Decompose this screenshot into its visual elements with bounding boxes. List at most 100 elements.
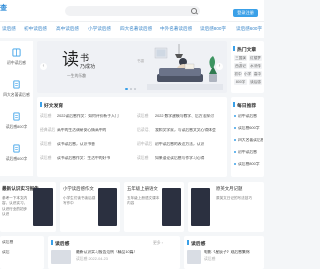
article-link[interactable]: 2022 数学建模与教学、后方法探讨 <box>155 114 225 119</box>
tag[interactable]: 初中 <box>234 71 242 77</box>
tag[interactable]: 读后感 <box>249 79 262 85</box>
search-input[interactable] <box>65 6 200 16</box>
document-icon <box>13 144 20 153</box>
banner-prev-button[interactable]: ‹ <box>40 63 47 70</box>
login-button[interactable]: 登录注册 <box>233 9 258 17</box>
title-bar <box>40 102 42 107</box>
bullet <box>234 127 236 129</box>
nav-item[interactable]: 小学读后感 <box>88 26 111 32</box>
row-category[interactable]: 读后感 <box>137 156 148 161</box>
article-link[interactable]: 读书读后感，认识书香 <box>57 142 133 147</box>
title-bar <box>233 46 235 51</box>
panel-title: 读后感 <box>55 242 70 247</box>
tag[interactable]: 小学 <box>243 71 252 77</box>
banner-big-char: 读 <box>62 50 79 70</box>
panel-title: 好文发育 <box>44 104 64 109</box>
recommend-panel: 好文发育 读后感 2022读后感作文：如何评价新手入门 读后感 2022 数学建… <box>37 97 227 177</box>
featured-card[interactable]: 最新认识实习报告 参考一下本文内容，认识实习，认识行业的初步认识 <box>0 182 56 232</box>
nav-item[interactable]: 读后感 <box>2 26 16 32</box>
banner-next-button[interactable]: › <box>216 63 223 70</box>
panel-title: 每日推荐 <box>237 104 257 109</box>
sidebar-item-label: 四大名著读后感 <box>3 93 30 97</box>
site-logo[interactable]: 查 <box>0 3 7 13</box>
panel-title: 热门文章 <box>237 48 257 53</box>
daily-link[interactable]: 初中读后感 <box>238 150 263 155</box>
list-thumbnail <box>187 250 201 264</box>
sidebar-item[interactable]: 读后感600字 <box>0 140 33 170</box>
side-link[interactable]: 读后感 <box>2 240 13 245</box>
bottom-side-strip: 读后感 读后 <box>0 236 44 269</box>
card-thumbnail <box>98 188 117 226</box>
tag[interactable]: 西游记 <box>234 63 247 69</box>
nav-item[interactable]: 读后感600字 <box>236 26 262 32</box>
article-link[interactable]: 读书读后感作文：生活中的好书 <box>57 156 133 161</box>
main-nav: 读后感 初中读后感 高中读后感 小学读后感 四大名著读后感 中外名著读后感 读后… <box>0 21 264 38</box>
tag[interactable]: 800字 <box>234 79 247 85</box>
daily-link[interactable]: 初中读后感 <box>238 114 263 119</box>
card-thumbnail <box>162 188 181 226</box>
bullet <box>234 163 236 165</box>
tag[interactable]: 高中 <box>253 71 262 77</box>
nav-item[interactable]: 四大名著读后感 <box>120 26 152 32</box>
list-item-title[interactable]: 最新认识实习报告范例（精品10篇） <box>76 250 176 255</box>
row-category[interactable]: 读后感 <box>40 114 51 119</box>
card-text: 参考一下本文内容，认识实习，认识行业的初步认识 <box>2 196 28 217</box>
bullet <box>234 151 236 153</box>
daily-link[interactable]: 读后感600字 <box>238 126 263 131</box>
banner-dot[interactable] <box>130 88 132 90</box>
title-bar <box>233 102 235 107</box>
bullet <box>234 115 236 117</box>
row-category[interactable]: 经典读后 <box>40 128 55 133</box>
card-title: 原英文月记题 <box>216 186 243 191</box>
sidebar-item[interactable]: 四大名著读后感 <box>0 76 33 106</box>
left-sidebar: 初中读后感 四大名著读后感 读后感800字 读后感600字 <box>0 41 33 176</box>
sidebar-item[interactable]: 初中读后感 <box>0 44 33 74</box>
nav-item[interactable]: 中外名著读后感 <box>160 26 192 32</box>
nav-item[interactable]: 初中读后感 <box>24 26 47 32</box>
daily-link[interactable]: 四大名著读后感 <box>238 138 263 143</box>
article-card[interactable]: 五年级上册语文 五年级上册语文课本内容 <box>124 182 184 232</box>
search-icon[interactable] <box>191 8 197 14</box>
hero-banner[interactable]: 读 书 乃成功 一生的乐趣 书香 ‹ › <box>37 41 227 93</box>
banner-dot-active[interactable] <box>125 88 128 90</box>
nav-item[interactable]: 读后感800字 <box>200 26 226 32</box>
title-bar <box>187 240 189 245</box>
list-thumbnail <box>51 250 71 264</box>
bottom-right-panel: 读后感 电影《星辰子》观后感集锦 读后感 <box>184 236 264 269</box>
article-link[interactable]: 2022读后感作文：如何评价新手入门 <box>57 114 133 119</box>
article-link[interactable]: 高中的生活调研安心情高中的 <box>57 128 133 133</box>
article-card[interactable]: 原英文月记题 原英文日记的写法技巧 <box>188 182 264 232</box>
sidebar-item-label: 读后感600字 <box>5 157 28 161</box>
panel-title: 读后感 <box>191 242 206 247</box>
tag[interactable]: 红楼梦 <box>249 55 262 61</box>
row-category[interactable]: 读后感 <box>40 142 51 147</box>
daily-link[interactable]: 读后感800字 <box>238 162 263 167</box>
sidebar-item-label: 初中读后感 <box>7 61 26 65</box>
title-bar <box>51 240 53 245</box>
row-category[interactable]: 后读话、 <box>137 128 152 133</box>
article-link[interactable]: 如果谈论读后感写作学习心得 <box>155 156 225 161</box>
banner-tiny: 书香 <box>137 59 145 63</box>
row-category[interactable]: 初中读后 <box>137 142 152 147</box>
more-link[interactable]: 更多 › <box>153 241 163 246</box>
tag[interactable]: 三国演义 <box>234 55 247 66</box>
sidebar-item[interactable]: 读后感800字 <box>0 108 33 138</box>
row-category[interactable]: 读后感 <box>137 114 148 119</box>
reading-list-panel: 读后感 更多 › 最新认识实习报告范例（精品10篇） 读后感 2022-04-2… <box>48 236 180 269</box>
article-link[interactable]: 我和文学家，写读后感文文心得体会 <box>155 128 225 133</box>
article-card[interactable]: 小学读后感作文 小学生们读书读后感写作中 <box>60 182 120 232</box>
document-icon <box>13 112 20 121</box>
article-link[interactable]: 初中读后感的表达方法，认识 <box>155 142 225 147</box>
list-item-title[interactable]: 电影《星辰子》观后感集锦 <box>204 250 262 255</box>
tag[interactable]: 水浒传 <box>249 63 262 69</box>
nav-item[interactable]: 高中读后感 <box>56 26 79 32</box>
card-thumbnail <box>191 188 210 226</box>
row-category[interactable]: 读后感 <box>40 156 51 161</box>
banner-subtitle: 乃成功 <box>80 64 96 70</box>
banner-dot[interactable] <box>134 88 136 90</box>
list-item-meta: 读后感 <box>204 257 216 261</box>
document-icon <box>13 80 20 89</box>
card-text: 小学生们读书读后感写作中 <box>63 196 96 206</box>
hot-tags-panel: 热门文章 三国演义 红楼梦 西游记 水浒传 初中 小学 高中 800字 读后感 <box>231 41 264 93</box>
side-link[interactable]: 读后 <box>2 250 10 255</box>
